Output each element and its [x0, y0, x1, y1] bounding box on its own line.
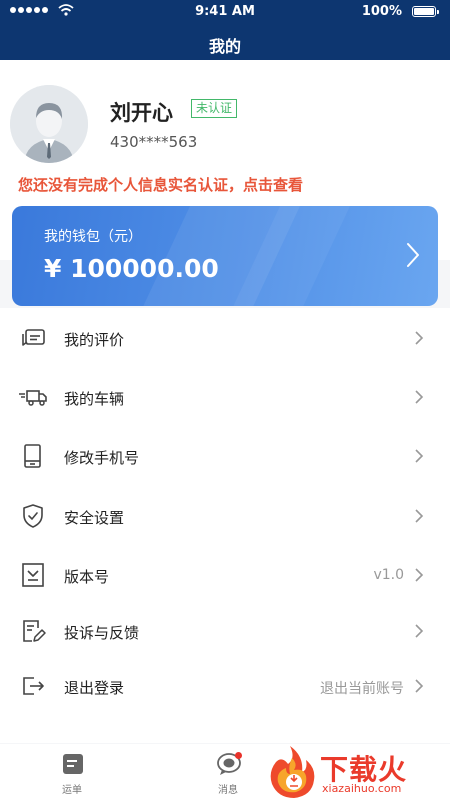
user-avatar-icon	[10, 85, 88, 163]
tab-waybill[interactable]: 运单	[32, 744, 112, 800]
menu-label: 我的车辆	[64, 390, 125, 408]
chevron-right-icon	[415, 331, 424, 345]
wallet-amount: ¥ 100000.00	[44, 254, 219, 283]
tab-label: 消息	[218, 785, 238, 796]
menu-item-version[interactable]: 版本号 v1.0	[0, 547, 450, 603]
comment-icon	[22, 329, 45, 346]
page-title: 我的	[208, 37, 241, 56]
tab-label: 运单	[62, 785, 82, 796]
waybill-icon	[63, 754, 83, 774]
chevron-right-icon	[415, 624, 424, 638]
menu-item-logout[interactable]: 退出登录 退出当前账号	[0, 658, 450, 714]
menu-item-my-reviews[interactable]: 我的评价	[0, 310, 450, 366]
wallet-card[interactable]: 我的钱包（元） ¥ 100000.00	[12, 206, 438, 306]
menu-label: 投诉与反馈	[64, 624, 140, 642]
battery-icon	[412, 6, 439, 17]
status-bar: 9:41 AM 100%	[0, 0, 450, 24]
chevron-right-icon	[407, 243, 419, 267]
chevron-right-icon	[415, 390, 424, 404]
version-value: v1.0	[373, 567, 404, 583]
tab-messages[interactable]: 消息	[188, 744, 268, 800]
watermark-subtext: xiazaihuo.com	[322, 782, 402, 795]
unread-badge	[235, 752, 242, 759]
site-watermark: 下载火 xiazaihuo.com	[262, 744, 450, 800]
verification-notice-link[interactable]: 您还没有完成个人信息实名认证，点击查看	[18, 174, 303, 195]
logout-hint: 退出当前账号	[320, 681, 404, 697]
menu-label: 安全设置	[64, 509, 125, 527]
logout-icon	[23, 677, 44, 695]
chevron-right-icon	[415, 679, 424, 693]
menu-label: 修改手机号	[64, 449, 140, 467]
app-header: 9:41 AM 100% 我的	[0, 0, 450, 60]
menu-label: 我的评价	[64, 331, 125, 349]
user-phone: 430****563	[110, 133, 198, 151]
menu-label: 退出登录	[64, 679, 125, 697]
chevron-right-icon	[415, 449, 424, 463]
flame-logo-icon	[270, 746, 315, 798]
menu-item-complaints-feedback[interactable]: 投诉与反馈	[0, 603, 450, 659]
verify-status-badge: 未认证	[191, 99, 238, 118]
menu-item-change-phone[interactable]: 修改手机号	[0, 428, 450, 484]
feedback-icon	[23, 620, 46, 642]
menu-label: 版本号	[64, 568, 110, 586]
settings-menu: 我的评价 我的车辆 修改手机号 安全设置 版本号 v1.0 投诉与反馈 退出登录…	[0, 308, 450, 743]
user-name: 刘开心	[110, 101, 173, 125]
menu-item-my-vehicles[interactable]: 我的车辆	[0, 369, 450, 425]
wallet-label: 我的钱包（元）	[44, 229, 142, 245]
avatar[interactable]	[10, 85, 88, 163]
download-icon	[22, 563, 44, 587]
phone-icon	[24, 444, 41, 468]
chevron-right-icon	[415, 568, 424, 582]
battery-percent: 100%	[361, 4, 402, 19]
truck-icon	[19, 390, 47, 406]
chevron-right-icon	[415, 509, 424, 523]
menu-item-security-settings[interactable]: 安全设置	[0, 488, 450, 544]
shield-icon	[23, 504, 43, 528]
